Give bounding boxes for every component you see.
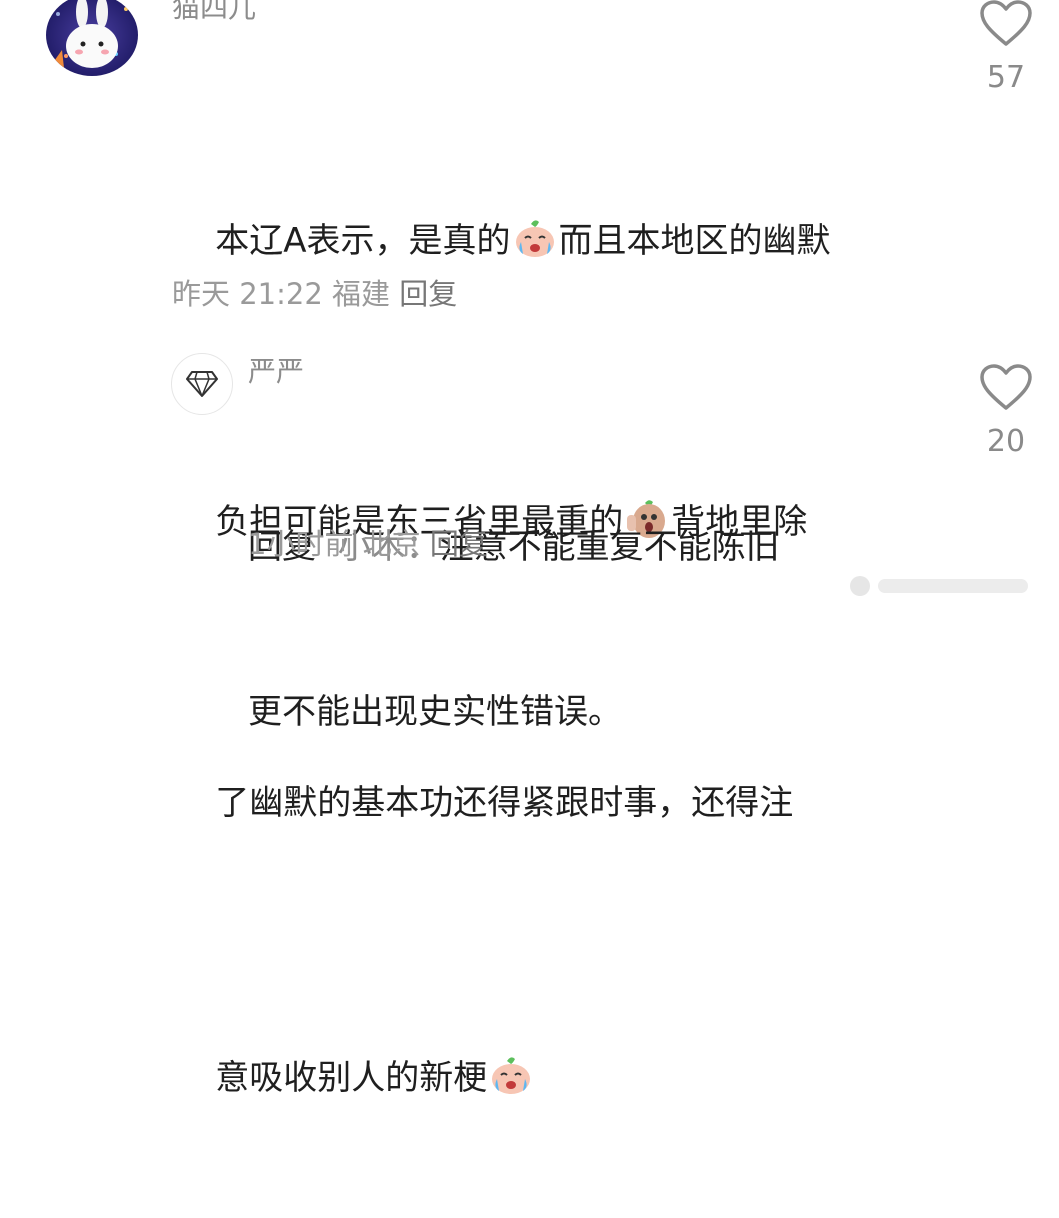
comment-location: 福建 <box>332 277 391 311</box>
comment-text-segment: 意吸收别人的新梗 <box>215 1058 488 1098</box>
crying-face-icon <box>513 218 557 275</box>
avatar[interactable] <box>46 0 138 76</box>
crying-face-icon <box>489 1055 533 1112</box>
comment-location: 北京 <box>362 527 421 561</box>
comment-username[interactable]: 猫四儿 <box>172 0 256 22</box>
comment-meta: 1小时前 北京 回复 <box>248 530 488 559</box>
heart-icon[interactable] <box>979 364 1033 412</box>
comment-text-segment: 更不能出现史实性错误。 <box>248 692 622 732</box>
like-button[interactable]: 20 <box>976 364 1036 459</box>
comment-time: 1小时前 <box>248 527 354 561</box>
reply-button[interactable]: 回复 <box>399 277 457 311</box>
like-count: 57 <box>986 60 1026 95</box>
reply-button[interactable]: 回复 <box>430 527 488 561</box>
like-button[interactable]: 57 <box>976 0 1036 95</box>
like-count: 20 <box>986 424 1026 459</box>
watermark-logo-icon <box>850 576 1028 596</box>
comment-time: 昨天 21:22 <box>172 277 323 311</box>
comment-text-segment: 注意不能重复不能陈旧 <box>439 527 780 567</box>
avatar[interactable] <box>171 353 233 415</box>
heart-icon[interactable] <box>979 0 1033 48</box>
comment-username[interactable]: 严严 <box>248 358 304 386</box>
diamond-icon <box>186 371 218 397</box>
comment-meta: 昨天 21:22 福建 回复 <box>172 280 457 309</box>
comment-text-segment: 而且本地区的幽默 <box>558 221 831 261</box>
comment-text-segment: 本辽A表示，是真的 <box>215 221 511 261</box>
reply-text: 回复 小木：注意不能重复不能陈旧 更不能出现史实性错误。 <box>248 410 780 795</box>
